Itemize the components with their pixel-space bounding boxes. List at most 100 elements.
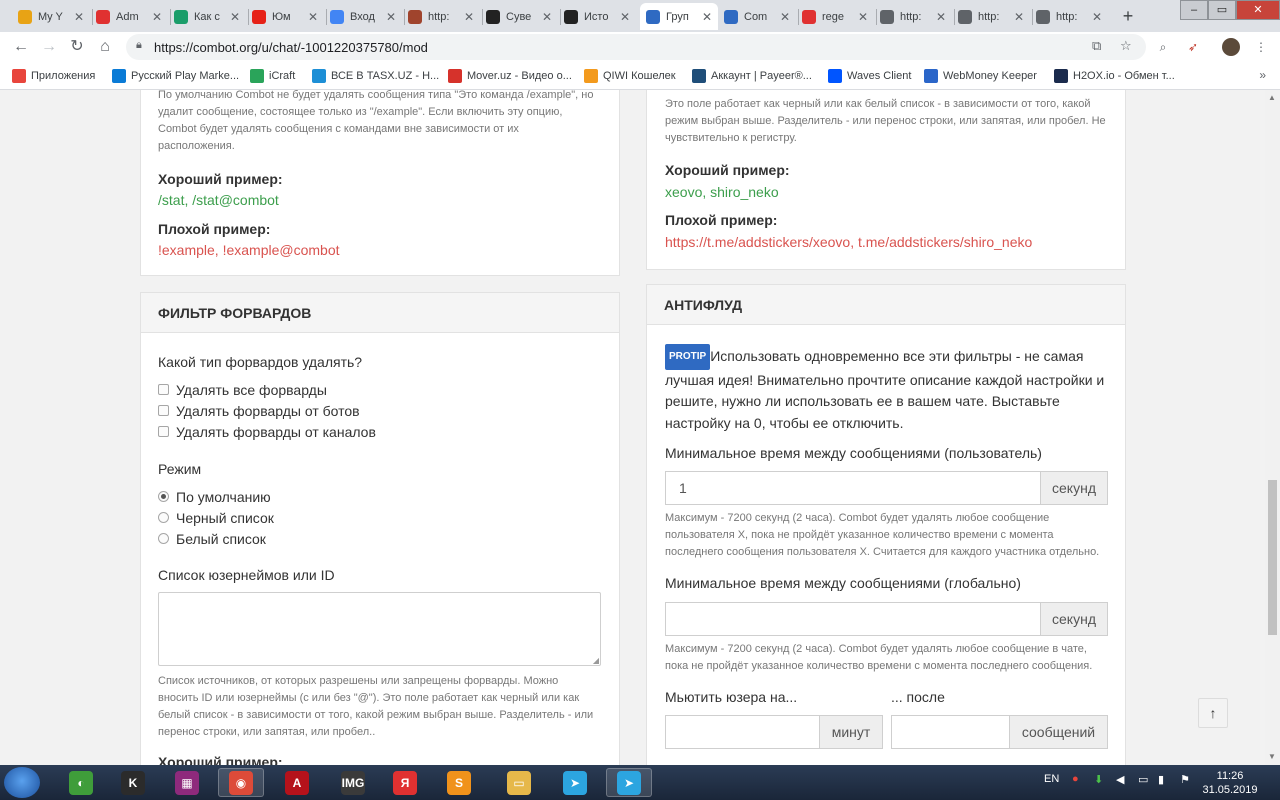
language-indicator[interactable]: EN bbox=[1044, 773, 1059, 785]
maximize-button[interactable]: ▭ bbox=[1208, 0, 1236, 20]
bookmark-item[interactable]: H2OX.io - Обмен т... bbox=[1054, 68, 1175, 84]
browser-tab[interactable]: Как с ✕ bbox=[168, 3, 246, 30]
volume-tray-icon[interactable]: ◀ bbox=[1116, 773, 1124, 786]
rocket-extension-icon[interactable]: ➶ bbox=[1184, 38, 1202, 56]
radio-dot[interactable] bbox=[158, 491, 169, 502]
url-text[interactable]: https://combot.org/u/chat/-1001220375780… bbox=[154, 40, 428, 55]
home-icon[interactable]: ⌂ bbox=[94, 36, 116, 58]
tab-close-icon[interactable]: ✕ bbox=[780, 10, 790, 24]
browser-tab[interactable]: http: ✕ bbox=[952, 3, 1030, 30]
forward-icon[interactable]: → bbox=[38, 36, 60, 58]
bookmark-star-icon[interactable]: ☆ bbox=[1120, 38, 1132, 54]
winrar-icon[interactable]: ▦ bbox=[164, 768, 210, 797]
browser-tab[interactable]: Суве ✕ bbox=[480, 3, 558, 30]
yandex-browser-icon[interactable]: Я bbox=[382, 768, 428, 797]
close-window-button[interactable]: ✕ bbox=[1236, 0, 1280, 20]
mode-default-radio[interactable]: По умолчанию bbox=[158, 486, 274, 507]
checkbox-box[interactable] bbox=[158, 384, 169, 395]
explorer-icon[interactable]: ▭ bbox=[496, 768, 542, 797]
browser-tab[interactable]: Вход ✕ bbox=[324, 3, 402, 30]
tab-close-icon[interactable]: ✕ bbox=[308, 10, 318, 24]
tab-close-icon[interactable]: ✕ bbox=[1092, 10, 1102, 24]
browser-tab[interactable]: Com ✕ bbox=[718, 3, 796, 30]
bookmark-item[interactable]: Русский Play Marke... bbox=[112, 68, 239, 84]
delete-all-forwards-checkbox[interactable]: Удалять все форварды bbox=[158, 379, 376, 400]
network-tray-icon[interactable]: ▭ bbox=[1138, 773, 1148, 786]
bookmark-item[interactable]: Mover.uz - Видео о... bbox=[448, 68, 572, 84]
start-button[interactable] bbox=[4, 767, 40, 798]
tab-close-icon[interactable]: ✕ bbox=[74, 10, 84, 24]
scroll-down-arrow-icon[interactable]: ▼ bbox=[1268, 752, 1276, 761]
scrollbar-thumb[interactable] bbox=[1268, 480, 1277, 635]
radio-dot[interactable] bbox=[158, 533, 169, 544]
mode-blacklist-radio[interactable]: Черный список bbox=[158, 507, 274, 528]
tab-close-icon[interactable]: ✕ bbox=[386, 10, 396, 24]
tab-close-icon[interactable]: ✕ bbox=[620, 10, 630, 24]
menu-icon[interactable]: ⋮ bbox=[1252, 38, 1270, 56]
address-bar[interactable]: 🔒︎ https://combot.org/u/chat/-1001220375… bbox=[126, 34, 1146, 60]
delete-channel-forwards-checkbox[interactable]: Удалять форварды от каналов bbox=[158, 421, 376, 442]
browser-tab[interactable]: My Y ✕ bbox=[12, 3, 90, 30]
browser-tab[interactable]: Исто ✕ bbox=[558, 3, 636, 30]
tab-close-icon[interactable]: ✕ bbox=[936, 10, 946, 24]
checkbox-box[interactable] bbox=[158, 405, 169, 416]
telegram-desktop-icon[interactable]: ➤ bbox=[606, 768, 652, 797]
scroll-to-top-button[interactable]: ↑ bbox=[1198, 698, 1228, 728]
checkbox-box[interactable] bbox=[158, 426, 169, 437]
mode-whitelist-radio[interactable]: Белый список bbox=[158, 528, 274, 549]
tab-close-icon[interactable]: ✕ bbox=[858, 10, 868, 24]
tab-close-icon[interactable]: ✕ bbox=[1014, 10, 1024, 24]
resize-grip-icon[interactable]: ◢ bbox=[593, 656, 599, 665]
user-interval-input[interactable]: 1 bbox=[665, 471, 1041, 505]
scroll-up-arrow-icon[interactable]: ▲ bbox=[1268, 93, 1276, 102]
tab-close-icon[interactable]: ✕ bbox=[542, 10, 552, 24]
tab-close-icon[interactable]: ✕ bbox=[230, 10, 240, 24]
download-tray-icon[interactable]: ⬇ bbox=[1094, 773, 1103, 786]
search-extension-icon[interactable]: ⌕ bbox=[1154, 38, 1172, 56]
bookmark-item[interactable]: iCraft bbox=[250, 68, 295, 84]
minimize-button[interactable]: – bbox=[1180, 0, 1208, 20]
bookmark-item[interactable]: Аккаунт | Payeer®... bbox=[692, 68, 812, 84]
browser-tab[interactable]: rege ✕ bbox=[796, 3, 874, 30]
kmplayer-icon[interactable]: K bbox=[110, 768, 156, 797]
back-icon[interactable]: ← bbox=[10, 36, 32, 58]
browser-tab[interactable]: http: ✕ bbox=[402, 3, 480, 30]
signal-tray-icon[interactable]: ▮ bbox=[1158, 773, 1164, 786]
bookmark-item[interactable]: Waves Client bbox=[828, 68, 911, 84]
action-center-icon[interactable]: ⚑ bbox=[1180, 773, 1190, 786]
sublime-icon[interactable]: S bbox=[436, 768, 482, 797]
tab-close-icon[interactable]: ✕ bbox=[152, 10, 162, 24]
tab-close-icon[interactable]: ✕ bbox=[702, 10, 712, 24]
translate-icon[interactable]: ⧉ bbox=[1092, 38, 1101, 54]
chrome-glyph: ◉ bbox=[229, 770, 253, 795]
acrobat-icon[interactable]: A bbox=[274, 768, 320, 797]
browser-tab[interactable]: Груп ✕ bbox=[640, 3, 718, 30]
img-ed-icon[interactable]: IMG bbox=[330, 768, 376, 797]
bookmark-item[interactable]: QIWI Кошелек bbox=[584, 68, 676, 84]
tab-close-icon[interactable]: ✕ bbox=[464, 10, 474, 24]
bookmark-label: Аккаунт | Payeer®... bbox=[711, 70, 812, 82]
chrome-icon[interactable]: ◉ bbox=[218, 768, 264, 797]
reload-icon[interactable]: ↻ bbox=[66, 36, 88, 58]
page-scrollbar[interactable]: ▲ ▼ bbox=[1265, 90, 1280, 765]
sticker-app-icon[interactable]: ◐ bbox=[58, 768, 104, 797]
bookmark-item[interactable]: ВСЕ В TASX.UZ - Н... bbox=[312, 68, 439, 84]
telegram-icon[interactable]: ➤ bbox=[552, 768, 598, 797]
browser-tab[interactable]: http: ✕ bbox=[874, 3, 952, 30]
mute-after-input[interactable] bbox=[891, 715, 1010, 749]
delete-bot-forwards-checkbox[interactable]: Удалять форварды от ботов bbox=[158, 400, 376, 421]
radio-dot[interactable] bbox=[158, 512, 169, 523]
username-list-textarea[interactable]: ◢ bbox=[158, 592, 601, 666]
bookmark-item[interactable]: WebMoney Keeper bbox=[924, 68, 1037, 84]
bookmark-item[interactable]: Приложения bbox=[12, 68, 95, 84]
global-interval-input[interactable] bbox=[665, 602, 1041, 636]
browser-tab[interactable]: Юм ✕ bbox=[246, 3, 324, 30]
bookmarks-overflow-icon[interactable]: » bbox=[1259, 68, 1266, 82]
browser-tab[interactable]: Adm ✕ bbox=[90, 3, 168, 30]
new-tab-button[interactable]: + bbox=[1116, 5, 1140, 27]
antivirus-tray-icon[interactable]: ● bbox=[1072, 773, 1079, 785]
mute-duration-input[interactable] bbox=[665, 715, 820, 749]
profile-avatar[interactable] bbox=[1222, 38, 1240, 56]
browser-tab[interactable]: http: ✕ bbox=[1030, 3, 1108, 30]
system-clock[interactable]: 11:26 31.05.2019 bbox=[1202, 769, 1258, 797]
